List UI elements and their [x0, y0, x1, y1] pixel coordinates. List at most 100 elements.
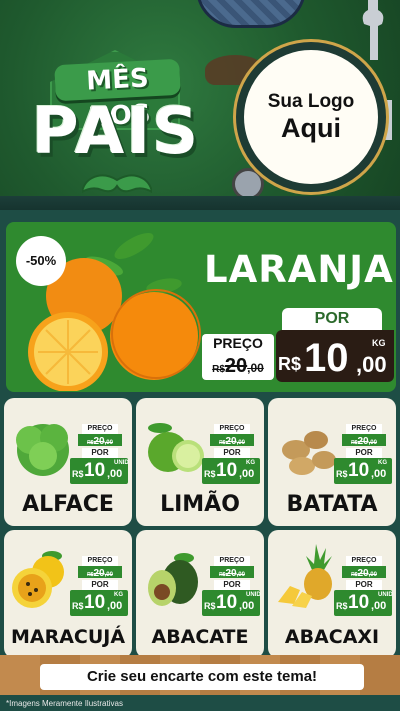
- cta-button[interactable]: Crie seu encarte com este tema!: [40, 664, 364, 690]
- product-card-maracuja[interactable]: PREÇO R$20,00 POR R$ 10,00 KG MARACUJÁ: [4, 530, 132, 658]
- new-price-currency: R$: [204, 601, 216, 611]
- old-price: R$20,00: [202, 352, 274, 380]
- por-label: POR: [282, 308, 382, 330]
- product-name: LIMÃO: [160, 492, 240, 517]
- new-price-int: 10: [348, 460, 370, 481]
- new-price-currency: R$: [72, 601, 84, 611]
- logo-line-2: Aqui: [281, 113, 341, 143]
- new-price-currency: R$: [278, 354, 302, 374]
- new-price-unit: UNID: [378, 592, 393, 598]
- old-price-int: 20: [93, 568, 105, 579]
- avocado-image: [148, 553, 198, 606]
- featured-name: LARANJA: [204, 248, 394, 291]
- preco-label: PREÇO: [214, 556, 250, 566]
- new-price-int: 10: [304, 336, 349, 380]
- product-name: ABACAXI: [284, 626, 380, 648]
- old-price-dec: ,00: [368, 572, 377, 578]
- new-price-int: 10: [84, 592, 106, 613]
- preco-label: PREÇO: [82, 424, 118, 434]
- old-price: R$20,00: [78, 434, 122, 447]
- old-price: R$20,00: [210, 566, 254, 579]
- old-price-dec: ,00: [104, 440, 113, 446]
- new-price: R$ 10,00 KG: [334, 458, 392, 484]
- new-price-dec: ,00: [107, 468, 123, 480]
- lime-image: [148, 423, 204, 472]
- wrench-icon: [362, 0, 384, 60]
- new-price: R$ 10,00 KG: [202, 458, 260, 484]
- new-price-currency: R$: [72, 469, 84, 479]
- new-price: R$ 10,00 UNID: [334, 590, 393, 616]
- preco-label: PREÇO: [82, 556, 118, 566]
- mustache-icon: [82, 174, 152, 194]
- discount-badge: -50%: [16, 236, 66, 286]
- preco-label: PREÇO: [346, 556, 382, 566]
- new-price-dec: ,00: [107, 600, 123, 612]
- product-name: ALFACE: [22, 492, 114, 517]
- old-price-dec: ,00: [247, 361, 264, 375]
- por-label: POR: [214, 580, 250, 590]
- new-price: R$ 10,00 UNID: [202, 590, 261, 616]
- new-price-int: 10: [84, 460, 106, 481]
- old-price-dec: ,00: [368, 440, 377, 446]
- preco-label: PREÇO: [214, 424, 250, 434]
- product-name: ABACATE: [151, 626, 249, 648]
- old-price-int: 20: [93, 436, 105, 447]
- product-card-abacate[interactable]: PREÇO R$20,00 POR R$ 10,00 UNID ABACATE: [136, 530, 264, 658]
- potato-image: [282, 431, 336, 475]
- tie-decoration: [196, 0, 306, 28]
- product-name: MARACUJÁ: [10, 626, 126, 648]
- pineapple-image: [278, 544, 332, 608]
- por-label: POR: [346, 580, 382, 590]
- new-price-unit: KG: [114, 592, 123, 598]
- por-label: POR: [346, 448, 382, 458]
- new-price: R$ 10 ,00 KG: [276, 330, 394, 382]
- logo-line-1: Sua Logo: [267, 91, 355, 112]
- new-price-dec: ,00: [239, 600, 255, 612]
- old-price-currency: R$: [212, 364, 225, 375]
- por-label: POR: [82, 448, 118, 458]
- product-card-limao[interactable]: PREÇO R$20,00 POR R$ 10,00 KG LIMÃO: [136, 398, 264, 526]
- new-price-dec: ,00: [371, 600, 387, 612]
- new-price-currency: R$: [336, 469, 348, 479]
- passion-fruit-image: [12, 551, 64, 608]
- por-label: POR: [82, 580, 118, 590]
- product-name: BATATA: [286, 492, 378, 517]
- old-price-int: 20: [225, 568, 237, 579]
- old-price: R$20,00: [78, 566, 122, 579]
- por-label: POR: [214, 448, 250, 458]
- new-price-unit: KG: [372, 338, 386, 348]
- new-price-int: 10: [348, 592, 370, 613]
- new-price: R$ 10,00 KG: [70, 590, 128, 616]
- new-price: R$ 10,00 UNID: [70, 458, 129, 484]
- new-price-unit: UNID: [246, 592, 261, 598]
- new-price-dec: ,00: [371, 468, 387, 480]
- new-price-dec: ,00: [356, 352, 387, 377]
- old-price: R$20,00: [342, 434, 386, 447]
- title-logo: MÊS DOS PAIS: [10, 40, 222, 205]
- old-price-dec: ,00: [236, 572, 245, 578]
- old-price: R$20,00: [210, 434, 254, 447]
- new-price-unit: UNID: [114, 460, 129, 466]
- old-price-dec: ,00: [236, 440, 245, 446]
- product-card-alface[interactable]: PREÇO R$20,00 POR R$ 10,00 UNID ALFACE: [4, 398, 132, 526]
- new-price-unit: KG: [246, 460, 255, 466]
- old-price-int: 20: [357, 568, 369, 579]
- preco-label: PREÇO: [346, 424, 382, 434]
- product-card-abacaxi[interactable]: PREÇO R$20,00 POR R$ 10,00 UNID ABACAXI: [268, 530, 396, 658]
- old-price-int: 20: [225, 436, 237, 447]
- new-price-int: 10: [216, 460, 238, 481]
- new-price-dec: ,00: [239, 468, 255, 480]
- lettuce-image: [16, 424, 69, 476]
- title-big: PAIS: [31, 95, 201, 169]
- old-price-int: 20: [224, 355, 248, 377]
- logo-placeholder[interactable]: Sua Logo Aqui: [236, 42, 386, 192]
- preco-label: PREÇO: [202, 334, 274, 352]
- new-price-int: 10: [216, 592, 238, 613]
- featured-product[interactable]: -50% LARANJA POR PREÇO R$20,00 R$ 10 ,00…: [6, 222, 396, 392]
- old-price: R$20,00: [342, 566, 386, 579]
- old-price-int: 20: [357, 436, 369, 447]
- product-card-batata[interactable]: PREÇO R$20,00 POR R$ 10,00 KG BATATA: [268, 398, 396, 526]
- new-price-currency: R$: [204, 469, 216, 479]
- new-price-unit: KG: [378, 460, 387, 466]
- disclaimer: *Imagens Meramente Ilustrativas: [6, 699, 123, 708]
